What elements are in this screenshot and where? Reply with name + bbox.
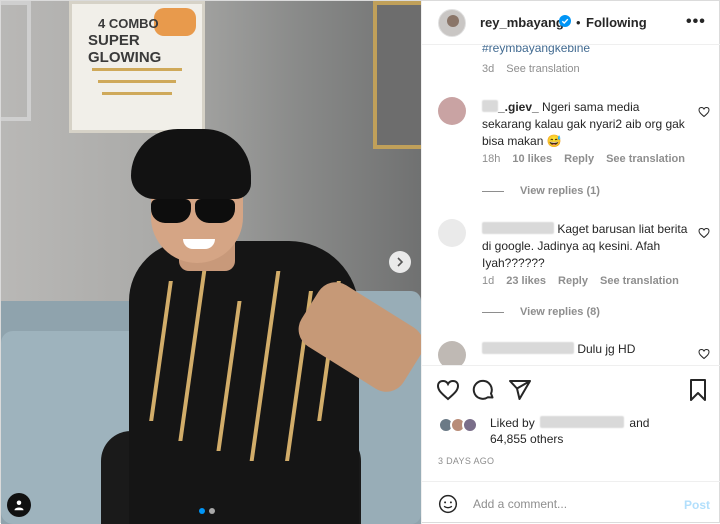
- author-avatar[interactable]: [438, 9, 466, 37]
- user-icon: [14, 500, 24, 511]
- view-replies-label[interactable]: View replies (1): [520, 185, 600, 197]
- comment-item: _.giev_ Ngeri sama media sekarang kalau …: [482, 99, 692, 150]
- sunglasses: [151, 199, 191, 223]
- carousel-dot: [209, 508, 215, 514]
- comment-likes[interactable]: 10 likes: [512, 153, 552, 165]
- caption-meta: 3d See translation: [482, 63, 580, 75]
- comment-meta: 1d 23 likes Reply See translation: [482, 275, 679, 287]
- striped-shirt: [129, 241, 359, 524]
- header-separator: •: [576, 15, 581, 30]
- post-header: rey_mbayang • Following •••: [422, 1, 720, 45]
- liked-and: and: [629, 416, 650, 430]
- add-comment-input[interactable]: [473, 494, 673, 514]
- action-bar: [422, 365, 720, 413]
- see-translation-link[interactable]: See translation: [606, 153, 685, 165]
- reply-button[interactable]: Reply: [558, 275, 588, 287]
- comment-like-heart-icon[interactable]: [698, 227, 710, 239]
- comment-author[interactable]: _.giev_: [498, 100, 539, 114]
- liker-username-redacted[interactable]: [540, 416, 625, 428]
- liker-avatar[interactable]: [462, 417, 478, 433]
- next-photo-button[interactable]: [389, 251, 411, 273]
- comment-icon[interactable]: [472, 378, 496, 402]
- caption-hashtag[interactable]: #reymbayangkebine: [482, 45, 590, 55]
- chevron-right-icon: [397, 257, 404, 267]
- carousel-dots: [199, 508, 215, 514]
- comment-text: Dulu jg HD: [577, 342, 636, 356]
- author-username[interactable]: rey_mbayang: [480, 15, 564, 30]
- liked-by-prefix: Liked by: [490, 416, 535, 430]
- post-details: rey_mbayang • Following ••• #reymbayangk…: [421, 1, 720, 524]
- more-options-icon[interactable]: •••: [686, 13, 706, 31]
- likes-summary: Liked by and 64,855 others: [438, 413, 708, 453]
- wall-poster: 4 COMBO SUPER GLOWING: [69, 1, 205, 133]
- comment-author-redacted: [482, 100, 498, 112]
- liked-by-line: Liked by and: [490, 416, 649, 430]
- view-replies-button[interactable]: View replies (8): [482, 306, 600, 318]
- comment-author-redacted: [482, 222, 554, 234]
- post-comment-button[interactable]: Post: [684, 498, 710, 512]
- comment-avatar[interactable]: [438, 341, 466, 365]
- verified-badge-icon: [559, 15, 571, 27]
- carousel-dot-active: [199, 508, 205, 514]
- comment-item: Dulu jg HD: [482, 341, 692, 358]
- comments-list[interactable]: #reymbayangkebine 3d See translation _.g…: [422, 45, 720, 365]
- view-replies-label[interactable]: View replies (8): [520, 306, 600, 318]
- following-button[interactable]: Following: [586, 15, 647, 30]
- caption-age: 3d: [482, 63, 495, 75]
- share-icon[interactable]: [508, 378, 532, 402]
- see-translation-link[interactable]: See translation: [600, 275, 679, 287]
- comment-likes[interactable]: 23 likes: [506, 275, 546, 287]
- likes-others-count[interactable]: 64,855 others: [490, 432, 563, 446]
- comment-like-heart-icon[interactable]: [698, 106, 710, 118]
- tagged-users-button[interactable]: [7, 493, 31, 517]
- post-modal: 4 COMBO SUPER GLOWING rey_mbayang • Foll…: [0, 0, 720, 524]
- bookmark-icon[interactable]: [686, 378, 710, 402]
- comment-like-heart-icon[interactable]: [698, 348, 710, 360]
- reply-button[interactable]: Reply: [564, 153, 594, 165]
- post-date[interactable]: 3 DAYS AGO: [438, 456, 494, 466]
- comment-author-redacted: [482, 342, 574, 354]
- comment-age: 1d: [482, 275, 495, 287]
- comment-avatar[interactable]: [438, 219, 466, 247]
- view-replies-button[interactable]: View replies (1): [482, 185, 600, 197]
- comment-avatar[interactable]: [438, 97, 466, 125]
- comment-item: Kaget barusan liat berita di google. Jad…: [482, 221, 692, 272]
- emoji-icon[interactable]: [438, 494, 458, 514]
- comment-age: 18h: [482, 153, 501, 165]
- comment-meta: 18h 10 likes Reply See translation: [482, 153, 685, 165]
- see-translation-link[interactable]: See translation: [506, 63, 579, 75]
- comment-composer: Post: [422, 481, 720, 524]
- post-photo[interactable]: 4 COMBO SUPER GLOWING: [1, 1, 421, 524]
- heart-icon[interactable]: [436, 378, 460, 402]
